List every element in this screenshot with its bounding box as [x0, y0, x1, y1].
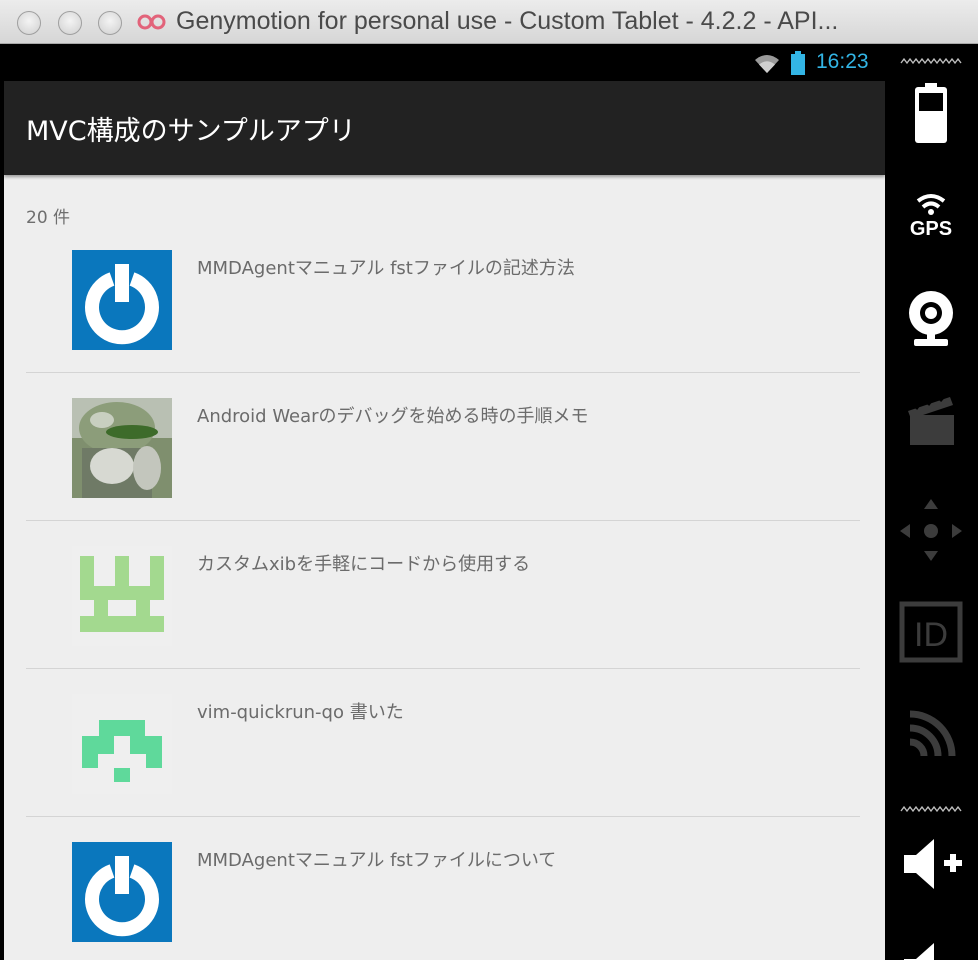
toolbar-grip [900, 805, 962, 813]
id-label: ID [914, 616, 948, 654]
webcam-icon[interactable] [898, 285, 964, 351]
toolbar-grip [900, 57, 962, 65]
status-bar: 16:23 [4, 45, 885, 81]
list-item[interactable]: vim-quickrun-qo 書いた [26, 669, 860, 817]
volume-down-icon[interactable] [898, 935, 964, 960]
minimize-window-button[interactable] [58, 11, 82, 35]
list-item[interactable]: カスタムxibを手軽にコードから使用する [26, 521, 860, 669]
list-item[interactable]: MMDAgentマニュアル fstファイルについて [26, 817, 860, 960]
photo-avatar-thumbnail [72, 398, 172, 498]
pixel-identicon-green [72, 546, 172, 646]
article-list: MMDAgentマニュアル fstファイルの記述方法 Android Wearの… [26, 225, 860, 960]
list-item-title: MMDAgentマニュアル fstファイルについて [197, 850, 557, 871]
window-title: Genymotion for personal use - Custom Tab… [176, 7, 839, 35]
gps-icon[interactable]: GPS [898, 185, 964, 251]
pixel-identicon-mint [72, 694, 172, 794]
clapperboard-icon[interactable] [898, 385, 964, 451]
list-item[interactable]: Android Wearのデバッグを始める時の手順メモ [26, 373, 860, 521]
action-bar: MVC構成のサンプルアプリ [4, 81, 885, 175]
broadcast-icon[interactable] [898, 700, 964, 766]
battery-icon[interactable] [898, 81, 964, 147]
power-logo-thumbnail [72, 842, 172, 942]
zoom-window-button[interactable] [98, 11, 122, 35]
close-window-button[interactable] [17, 11, 41, 35]
app-title: MVC構成のサンプルアプリ [26, 116, 356, 147]
status-clock: 16:23 [816, 50, 869, 73]
power-logo-thumbnail [72, 250, 172, 350]
android-screen: 16:23 MVC構成のサンプルアプリ 20 件 MMDAgentマニュアル f… [4, 45, 885, 960]
list-item[interactable]: MMDAgentマニュアル fstファイルの記述方法 [26, 225, 860, 373]
list-item-title: Android Wearのデバッグを始める時の手順メモ [197, 406, 589, 427]
gps-label: GPS [910, 218, 952, 240]
volume-up-icon[interactable] [898, 831, 964, 897]
battery-icon [791, 51, 805, 75]
wifi-icon [755, 55, 779, 73]
emulator-toolbar: GPS ID [885, 45, 978, 960]
window-title-bar: Genymotion for personal use - Custom Tab… [0, 0, 978, 44]
list-item-title: MMDAgentマニュアル fstファイルの記述方法 [197, 258, 575, 279]
dpad-icon[interactable] [898, 495, 964, 561]
genymotion-logo-icon [137, 14, 166, 30]
list-item-title: vim-quickrun-qo 書いた [197, 702, 404, 723]
id-icon[interactable]: ID [898, 600, 964, 666]
list-item-title: カスタムxibを手軽にコードから使用する [197, 554, 531, 575]
